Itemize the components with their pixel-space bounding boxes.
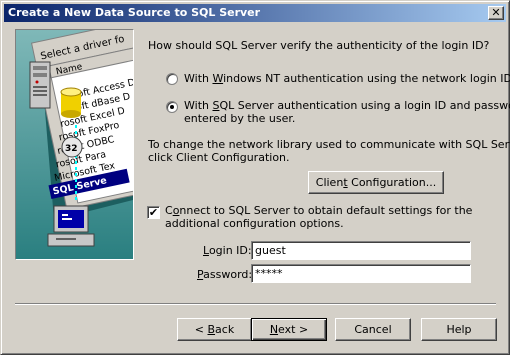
back-button[interactable]: < Back: [177, 318, 252, 341]
connect-checkbox-label[interactable]: Connect to SQL Server to obtain default …: [165, 204, 472, 217]
radio-sql-auth-label-line2[interactable]: entered by the user.: [184, 112, 295, 125]
password-label: Password:: [197, 268, 253, 281]
network-note-line1: To change the network library used to co…: [148, 138, 510, 151]
login-id-label: Login ID:: [203, 244, 252, 257]
title-bar[interactable]: Create a New Data Source to SQL Server ✕: [4, 4, 506, 22]
password-input[interactable]: *****: [251, 264, 471, 283]
footer-separator: [15, 303, 496, 305]
next-button[interactable]: Next >: [251, 318, 327, 341]
wizard-illustration: Select a driver fo Name rosoft Access Dr…: [15, 29, 134, 260]
database-icon: [60, 87, 82, 118]
checkmark-icon: ✔: [148, 206, 159, 219]
cancel-button[interactable]: Cancel: [335, 318, 411, 341]
radio-sql-auth[interactable]: [166, 101, 178, 113]
network-note-line2: click Client Configuration.: [148, 151, 290, 164]
computer-icon: [47, 205, 95, 247]
connect-checkbox-label-line2[interactable]: additional configuration options.: [165, 217, 344, 230]
login-id-input[interactable]: guest: [251, 241, 471, 260]
connect-checkbox[interactable]: ✔: [147, 206, 160, 219]
auth-question: How should SQL Server verify the authent…: [148, 39, 490, 52]
close-icon: ✕: [491, 6, 501, 19]
window-title: Create a New Data Source to SQL Server: [8, 6, 261, 19]
close-button[interactable]: ✕: [488, 6, 504, 20]
wizard-illustration-graphic: Select a driver fo Name rosoft Access Dr…: [16, 30, 133, 259]
radio-sql-auth-label[interactable]: With SQL Server authentication using a l…: [184, 99, 510, 112]
radio-windows-auth[interactable]: [166, 73, 178, 85]
client-configuration-button[interactable]: Client Configuration...: [308, 171, 444, 194]
badge-text: 32: [65, 144, 78, 154]
32bit-badge-icon: 32: [61, 136, 83, 158]
help-button[interactable]: Help: [421, 318, 497, 341]
server-icon: [29, 61, 51, 109]
dialog-window: Create a New Data Source to SQL Server ✕…: [0, 0, 510, 355]
radio-windows-auth-label[interactable]: With Windows NT authentication using the…: [184, 72, 510, 85]
